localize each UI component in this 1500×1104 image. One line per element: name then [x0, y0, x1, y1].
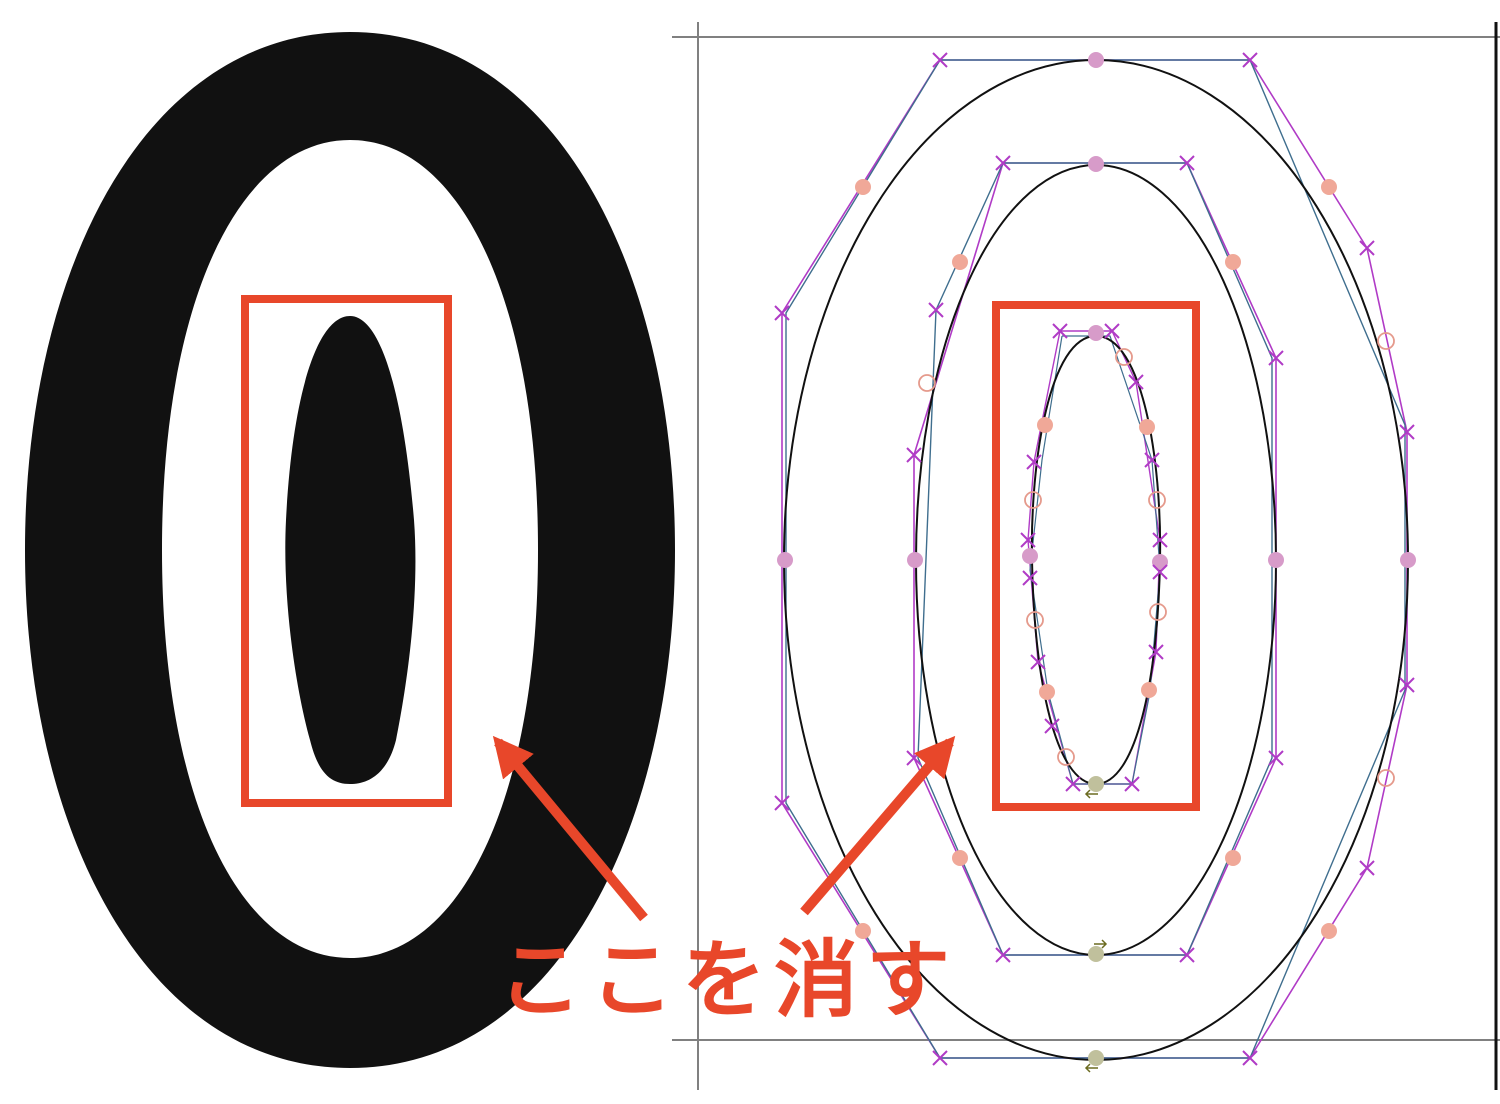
point-inner-left: [1022, 548, 1038, 564]
point-right-outer: [1400, 552, 1416, 568]
on-curve-points: [777, 52, 1416, 1066]
point-outer-lr: [1321, 923, 1337, 939]
inner-handle-polygon: [1027, 330, 1161, 785]
annotation-arrow-right: [800, 735, 956, 916]
outer-handle-polygon-alt: [785, 59, 1406, 1059]
point-right-middle: [1268, 552, 1284, 568]
start-point-middle: [1088, 946, 1104, 962]
open-point-inner-3: [1148, 491, 1166, 509]
off-curve-x-marker: [1359, 860, 1375, 876]
point-inner-lr: [1141, 682, 1157, 698]
middle-handle-polygon-alt: [917, 162, 1273, 956]
point-outer-ur: [1321, 179, 1337, 195]
point-middle-ul: [952, 254, 968, 270]
point-top-inner: [1088, 325, 1104, 341]
point-inner-ll: [1039, 684, 1055, 700]
off-curve-x-marker: [1359, 240, 1375, 256]
point-middle-ur: [1225, 254, 1241, 270]
point-left-outer: [777, 552, 793, 568]
point-outer-ul: [855, 179, 871, 195]
point-top-outer: [1088, 52, 1104, 68]
point-inner-ur: [1139, 419, 1155, 435]
point-middle-ll: [952, 850, 968, 866]
point-top-middle: [1088, 156, 1104, 172]
rendered-glyph-zero: [25, 32, 675, 1068]
point-middle-lr: [1225, 850, 1241, 866]
point-left-middle: [907, 552, 923, 568]
start-point-inner: [1088, 776, 1104, 792]
glyph-inner-counter-blob: [285, 316, 416, 784]
direction-indicators: [1084, 789, 1108, 1073]
middle-contour-curve: [915, 164, 1277, 956]
annotation-label: ここを消す: [498, 931, 959, 1029]
point-inner-ul: [1037, 417, 1053, 433]
off-curve-markers: [774, 52, 1415, 1066]
start-point-outer: [1088, 1050, 1104, 1066]
